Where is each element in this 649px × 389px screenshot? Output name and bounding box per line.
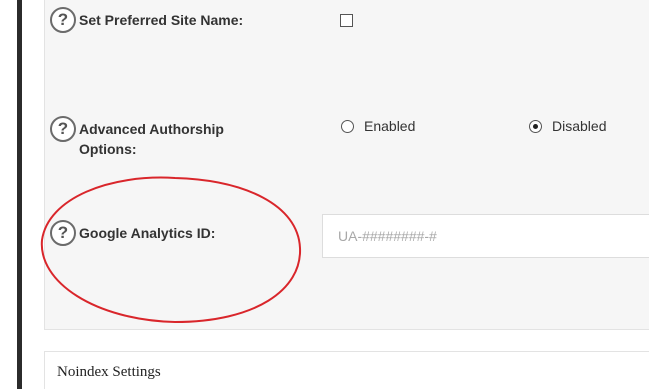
advanced-authorship-row: ? Advanced Authorship Options: — [50, 116, 259, 159]
google-analytics-row: ? Google Analytics ID: — [50, 220, 259, 246]
google-analytics-id-input[interactable] — [322, 214, 649, 258]
noindex-settings-section: Noindex Settings — [44, 351, 649, 389]
google-analytics-label: Google Analytics ID: — [79, 225, 216, 241]
help-question-icon[interactable]: ? — [50, 7, 76, 33]
preferred-site-name-row: ? Set Preferred Site Name: — [50, 7, 259, 33]
help-question-icon[interactable]: ? — [50, 116, 76, 142]
preferred-site-name-checkbox[interactable] — [340, 14, 353, 27]
authorship-enabled-radio[interactable] — [341, 119, 354, 133]
advanced-authorship-label-line1: Advanced Authorship — [79, 121, 224, 137]
authorship-disabled-label[interactable]: Disabled — [552, 117, 606, 135]
page: ? Set Preferred Site Name: ? Advanced Au… — [0, 0, 649, 389]
authorship-disabled-radio[interactable] — [529, 119, 542, 133]
authorship-disabled-option[interactable]: Disabled — [529, 117, 606, 135]
help-question-icon[interactable]: ? — [50, 220, 76, 246]
left-border-bar — [17, 0, 22, 389]
authorship-enabled-option[interactable]: Enabled — [341, 117, 415, 135]
advanced-authorship-label: Advanced Authorship Options: — [79, 119, 259, 159]
settings-panel — [44, 0, 649, 330]
noindex-settings-title: Noindex Settings — [57, 364, 161, 380]
advanced-authorship-label-line2: Options: — [79, 141, 137, 157]
preferred-site-name-label: Set Preferred Site Name: — [79, 12, 244, 28]
authorship-enabled-label[interactable]: Enabled — [364, 117, 415, 135]
